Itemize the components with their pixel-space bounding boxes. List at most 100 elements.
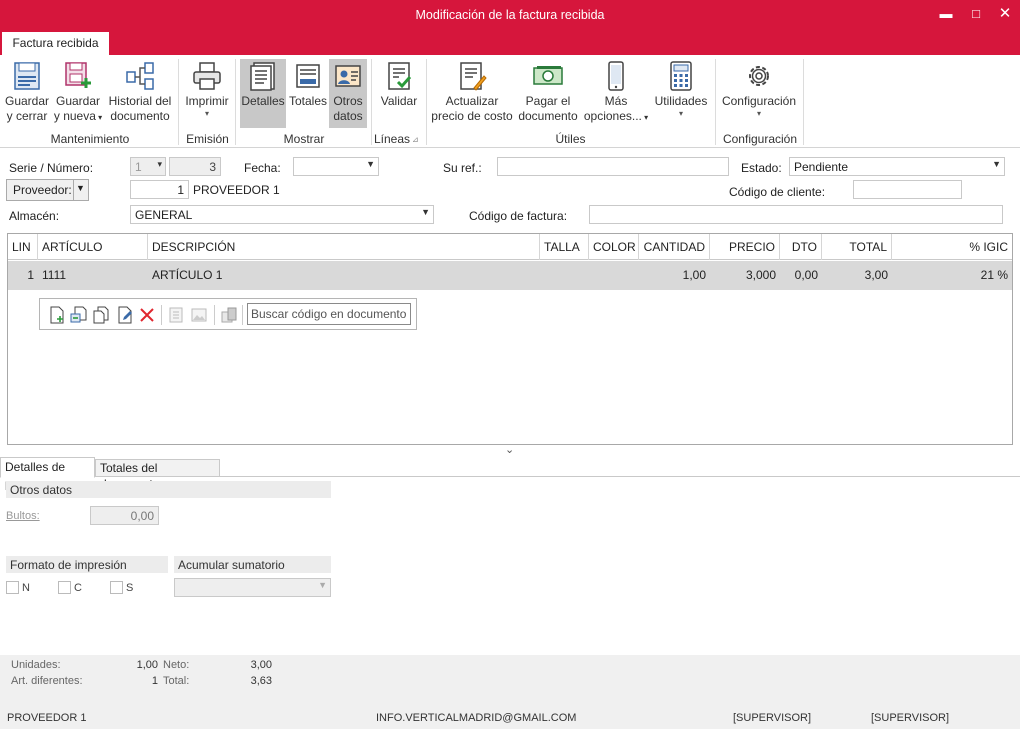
col-color[interactable]: COLOR <box>589 234 639 260</box>
other-data-button[interactable]: Otros datos <box>329 59 367 128</box>
tab-totales-documento[interactable]: Totales del documento <box>95 459 220 491</box>
group-label-configuracion: Configuración <box>722 132 798 146</box>
checkbox-n-label: N <box>22 582 30 594</box>
save-new-button[interactable]: Guardar y nueva ▾ <box>52 60 104 125</box>
print-label: Imprimir <box>185 94 229 108</box>
tab-factura-recibida[interactable]: Factura recibida <box>2 32 109 55</box>
save-new-label-1: Guardar <box>55 94 101 108</box>
suref-field[interactable] <box>497 157 729 176</box>
other-data-icon <box>335 65 361 87</box>
fecha-label: Fecha: <box>244 161 281 175</box>
status-user-2: [SUPERVISOR] <box>871 712 950 724</box>
configuration-label: Configuración <box>721 94 797 108</box>
fecha-field[interactable]: ▼ <box>293 157 379 176</box>
totals-button[interactable]: Totales <box>289 60 327 109</box>
chevron-down-icon: ▼ <box>366 159 375 169</box>
col-total[interactable]: TOTAL <box>822 234 892 260</box>
proveedor-dropdown-button[interactable]: ▼ <box>73 179 89 201</box>
tab-detalles-linea[interactable]: Detalles de línea <box>0 457 95 493</box>
printer-icon <box>193 62 221 90</box>
chevron-down-icon: ▼ <box>992 159 1001 169</box>
totals-icon <box>296 64 320 88</box>
group-separator <box>803 59 804 145</box>
serie-select[interactable]: 1 ▾ <box>130 157 166 176</box>
save-close-button[interactable]: Guardar y cerrar <box>4 60 50 124</box>
proveedor-name: PROVEEDOR 1 <box>193 183 280 197</box>
checkbox-s[interactable] <box>110 581 123 594</box>
suref-label: Su ref.: <box>443 161 482 175</box>
acumular-sumatorio-select[interactable]: ▼ <box>174 578 331 597</box>
lower-tab-strip: Detalles de línea Totales del documento <box>0 457 1020 493</box>
numero-field[interactable]: 3 <box>169 157 221 176</box>
almacen-select[interactable]: GENERAL ▼ <box>130 205 434 224</box>
chevron-down-icon[interactable]: ⌄ <box>505 443 514 456</box>
copy-icon[interactable] <box>92 306 110 324</box>
update-cost-icon <box>460 62 487 91</box>
estado-select[interactable]: Pendiente ▼ <box>789 157 1005 176</box>
more-options-button[interactable]: Más opciones... ▾ <box>583 60 649 125</box>
proveedor-button[interactable]: Proveedor: <box>6 179 74 201</box>
save-new-icon <box>65 62 91 88</box>
codigo-cliente-field[interactable] <box>853 180 962 199</box>
col-igic[interactable]: % IGIC <box>892 234 1012 260</box>
col-descripcion[interactable]: DESCRIPCIÓN <box>148 234 540 260</box>
details-label: Detalles <box>241 94 285 108</box>
checkbox-c[interactable] <box>58 581 71 594</box>
history-label-1: Historial del <box>108 94 172 108</box>
unidades-value: 1,00 <box>136 659 158 671</box>
maximize-button[interactable]: □ <box>967 5 985 23</box>
dialog-launcher-icon[interactable]: ⊿ <box>412 135 419 144</box>
insert-line-icon[interactable] <box>70 306 88 324</box>
toolbar-separator <box>161 305 162 325</box>
delete-icon[interactable] <box>138 306 156 324</box>
toolbar-separator <box>242 305 243 325</box>
table-row[interactable]: 1 1111 ARTÍCULO 1 1,00 3,000 0,00 3,00 2… <box>8 261 1012 290</box>
pay-document-button[interactable]: Pagar el documento <box>516 60 580 124</box>
status-user-1: [SUPERVISOR] <box>733 712 812 724</box>
codigo-cliente-label: Código de cliente: <box>729 185 826 199</box>
otros-datos-header: Otros datos <box>6 481 331 498</box>
minimize-button[interactable]: ▬ <box>937 5 955 23</box>
group-label-mantenimiento: Mantenimiento <box>50 132 130 146</box>
unidades-label: Unidades: <box>11 659 61 671</box>
formato-impresion-header: Formato de impresión <box>6 556 168 573</box>
cell-dto1: 0,00 <box>794 268 818 282</box>
neto-value: 3,00 <box>250 659 272 671</box>
close-button[interactable]: ✕ <box>996 5 1014 23</box>
cell-cantidad: 1,00 <box>682 268 706 282</box>
utilities-button[interactable]: Utilidades ▾ <box>652 60 710 119</box>
checkbox-n[interactable] <box>6 581 19 594</box>
cell-talla <box>540 261 589 290</box>
edit-icon[interactable] <box>116 306 134 324</box>
chevron-down-icon: ▼ <box>318 580 327 590</box>
grid-toolbar: Buscar código en documento <box>39 298 417 330</box>
col-articulo[interactable]: ARTÍCULO <box>38 234 148 260</box>
history-button[interactable]: Historial del documento <box>107 60 173 124</box>
validate-button[interactable]: Validar <box>378 60 420 109</box>
update-cost-button[interactable]: Actualizar precio de costo <box>431 60 513 124</box>
group-label-lineas: Líneas <box>373 132 411 146</box>
cell-articulo: 1111 <box>42 268 67 282</box>
pay-label-2: documento <box>518 109 578 123</box>
search-code-input[interactable]: Buscar código en documento <box>247 303 411 325</box>
bultos-field[interactable]: 0,00 <box>90 506 159 525</box>
cell-descripcion: ARTÍCULO 1 <box>152 268 223 282</box>
chevron-down-icon: ▾ <box>95 113 103 122</box>
group-separator <box>426 59 427 145</box>
validate-icon <box>388 62 412 90</box>
group-label-utiles: Útiles <box>555 132 586 146</box>
new-line-icon[interactable] <box>48 306 66 324</box>
proveedor-code-field[interactable]: 1 <box>130 180 189 199</box>
lines-grid[interactable]: LIN ARTÍCULO DESCRIPCIÓN TALLA COLOR CAN… <box>7 233 1013 445</box>
col-dto1[interactable]: DTO 1 <box>780 234 822 280</box>
window-title: Modificación de la factura recibida <box>415 8 605 22</box>
codigo-factura-field[interactable] <box>589 205 1003 224</box>
print-button[interactable]: Imprimir ▾ <box>184 60 230 119</box>
configuration-button[interactable]: Configuración ▾ <box>720 60 798 119</box>
col-cantidad[interactable]: CANTIDAD <box>639 234 710 260</box>
col-precio[interactable]: PRECIO <box>710 234 780 260</box>
col-lin[interactable]: LIN <box>8 234 38 260</box>
details-button[interactable]: Detalles <box>240 59 286 128</box>
group-separator <box>235 59 236 145</box>
col-talla[interactable]: TALLA <box>540 234 589 260</box>
